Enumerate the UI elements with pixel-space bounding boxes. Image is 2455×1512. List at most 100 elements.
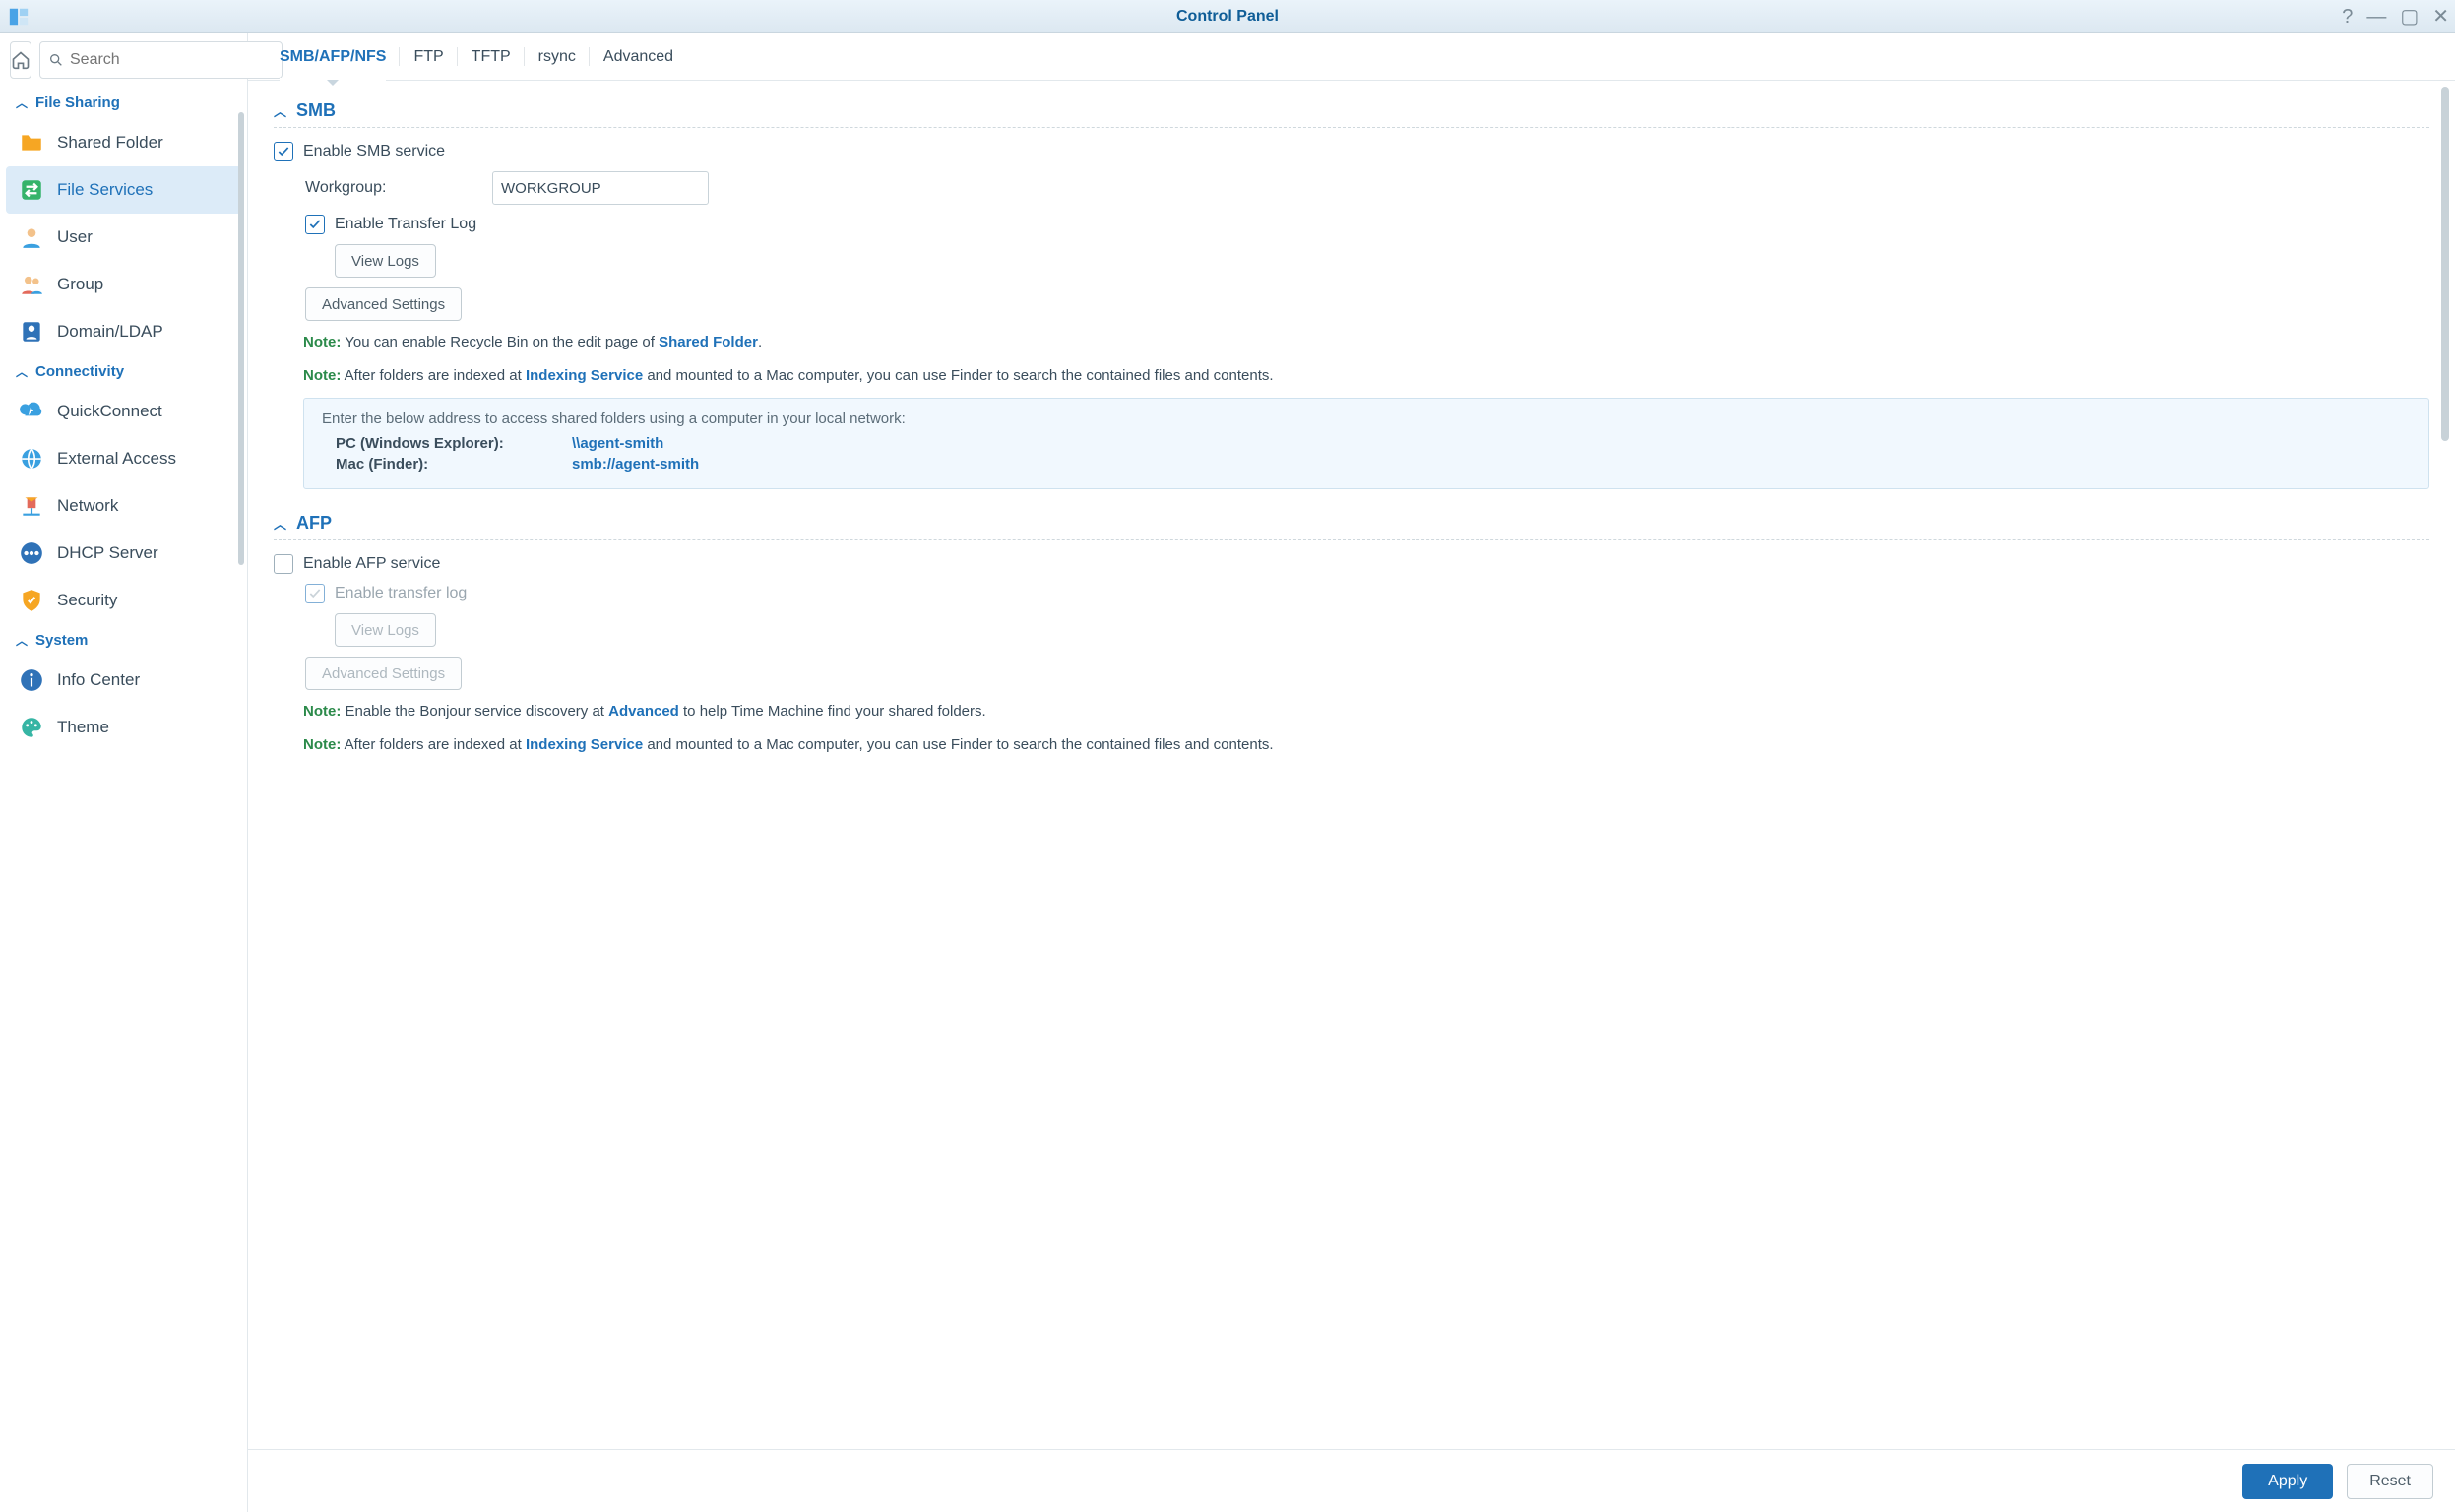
sidebar-item-label: Network: [57, 496, 118, 516]
sidebar-item-file-services[interactable]: File Services: [6, 166, 241, 214]
sidebar-item-network[interactable]: Network: [0, 482, 247, 530]
sidebar-item-label: Domain/LDAP: [57, 322, 163, 342]
sidebar-item-security[interactable]: Security: [0, 577, 247, 624]
sidebar-group-file-sharing[interactable]: ︿ File Sharing: [0, 87, 247, 119]
sidebar-item-label: File Services: [57, 180, 153, 200]
sidebar-group-label: Connectivity: [35, 363, 124, 380]
sidebar-item-label: External Access: [57, 449, 176, 469]
sidebar-item-user[interactable]: User: [0, 214, 247, 261]
tabs: SMB/AFP/NFS FTP TFTP rsync Advanced: [248, 33, 2455, 81]
note-afp-bonjour: Note: Enable the Bonjour service discove…: [303, 700, 2429, 724]
maximize-icon[interactable]: ▢: [2400, 7, 2419, 27]
button-view-logs[interactable]: View Logs: [335, 244, 436, 278]
home-button[interactable]: [10, 41, 31, 79]
section-title: SMB: [296, 100, 336, 121]
domain-ldap-icon: [18, 318, 45, 346]
value-pc-address: \\agent-smith: [572, 435, 663, 452]
user-icon: [18, 223, 45, 251]
file-services-icon: [18, 176, 45, 204]
sidebar-item-shared-folder[interactable]: Shared Folder: [0, 119, 247, 166]
chevron-up-icon: ︿: [16, 632, 28, 649]
sidebar-item-label: User: [57, 227, 93, 247]
sidebar-item-label: Info Center: [57, 670, 140, 690]
content-area: ︿ SMB Enable SMB service Workgroup: Enab…: [248, 81, 2455, 1449]
shield-icon: [18, 587, 45, 614]
tab-advanced[interactable]: Advanced: [590, 33, 687, 80]
value-mac-address: smb://agent-smith: [572, 456, 699, 472]
network-icon: [18, 492, 45, 520]
globe-icon: [18, 445, 45, 472]
app-icon: [4, 4, 33, 30]
sidebar-item-quickconnect[interactable]: QuickConnect: [0, 388, 247, 435]
label-pc-address: PC (Windows Explorer):: [336, 435, 552, 452]
sidebar-item-label: Group: [57, 275, 103, 294]
footer: Apply Reset: [248, 1449, 2455, 1512]
sidebar-item-group[interactable]: Group: [0, 261, 247, 308]
tab-label: TFTP: [472, 48, 511, 66]
group-icon: [18, 271, 45, 298]
sidebar: ︿ File Sharing Shared Folder File Servic…: [0, 33, 248, 1512]
chevron-up-icon: ︿: [16, 363, 28, 380]
home-icon: [11, 50, 31, 70]
address-info-box: Enter the below address to access shared…: [303, 398, 2429, 489]
sidebar-item-label: DHCP Server: [57, 543, 158, 563]
button-advanced-settings-smb[interactable]: Advanced Settings: [305, 287, 462, 321]
sidebar-item-label: Security: [57, 591, 117, 610]
checkbox-enable-transfer-log[interactable]: [305, 215, 325, 234]
close-icon[interactable]: ✕: [2432, 7, 2449, 27]
sidebar-item-dhcp-server[interactable]: DHCP Server: [0, 530, 247, 577]
note-smb-recycle: Note: You can enable Recycle Bin on the …: [303, 331, 2429, 354]
folder-icon: [18, 129, 45, 157]
sidebar-scrollbar[interactable]: [238, 112, 244, 565]
search-icon: [48, 52, 64, 68]
sidebar-item-info-center[interactable]: Info Center: [0, 657, 247, 704]
tab-smb-afp-nfs[interactable]: SMB/AFP/NFS: [266, 33, 400, 80]
sidebar-item-external-access[interactable]: External Access: [0, 435, 247, 482]
chevron-up-icon: ︿: [274, 101, 286, 120]
link-shared-folder[interactable]: Shared Folder: [659, 334, 758, 350]
section-header-afp[interactable]: ︿ AFP: [274, 507, 2429, 540]
button-view-logs-afp: View Logs: [335, 613, 436, 647]
tab-label: FTP: [413, 48, 443, 66]
palette-icon: [18, 714, 45, 741]
content-scrollbar[interactable]: [2441, 87, 2449, 441]
checkbox-enable-afp[interactable]: [274, 554, 293, 574]
label-enable-smb: Enable SMB service: [303, 143, 445, 160]
search-input[interactable]: [70, 51, 274, 69]
chevron-up-icon: ︿: [274, 514, 286, 533]
reset-button[interactable]: Reset: [2347, 1464, 2433, 1499]
tab-label: Advanced: [603, 48, 673, 66]
link-indexing-service[interactable]: Indexing Service: [526, 367, 643, 384]
tab-rsync[interactable]: rsync: [525, 33, 590, 80]
sidebar-group-connectivity[interactable]: ︿ Connectivity: [0, 355, 247, 388]
checkbox-enable-transfer-log-afp: [305, 584, 325, 603]
window-titlebar: Control Panel ? — ▢ ✕: [0, 0, 2455, 33]
sidebar-item-label: QuickConnect: [57, 402, 162, 421]
label-enable-transfer-log-afp: Enable transfer log: [335, 585, 467, 602]
address-hint: Enter the below address to access shared…: [322, 410, 2411, 427]
button-advanced-settings-afp: Advanced Settings: [305, 657, 462, 690]
sidebar-item-theme[interactable]: Theme: [0, 704, 247, 751]
tab-label: rsync: [538, 48, 576, 66]
sidebar-item-domain-ldap[interactable]: Domain/LDAP: [0, 308, 247, 355]
checkbox-enable-smb[interactable]: [274, 142, 293, 161]
help-icon[interactable]: ?: [2342, 7, 2353, 27]
label-mac-address: Mac (Finder):: [336, 456, 552, 472]
note-afp-indexing: Note: After folders are indexed at Index…: [303, 733, 2429, 757]
dhcp-icon: [18, 539, 45, 567]
search-box[interactable]: [39, 41, 283, 79]
chevron-up-icon: ︿: [16, 94, 28, 111]
apply-button[interactable]: Apply: [2242, 1464, 2333, 1499]
tab-tftp[interactable]: TFTP: [458, 33, 525, 80]
sidebar-group-label: System: [35, 632, 88, 649]
sidebar-group-system[interactable]: ︿ System: [0, 624, 247, 657]
quickconnect-icon: [18, 398, 45, 425]
link-indexing-service[interactable]: Indexing Service: [526, 736, 643, 753]
tab-ftp[interactable]: FTP: [400, 33, 457, 80]
input-workgroup[interactable]: [492, 171, 709, 205]
minimize-icon[interactable]: —: [2366, 7, 2386, 27]
window-title: Control Panel: [0, 8, 2455, 26]
section-header-smb[interactable]: ︿ SMB: [274, 94, 2429, 128]
link-advanced[interactable]: Advanced: [608, 703, 679, 720]
sidebar-item-label: Theme: [57, 718, 109, 737]
